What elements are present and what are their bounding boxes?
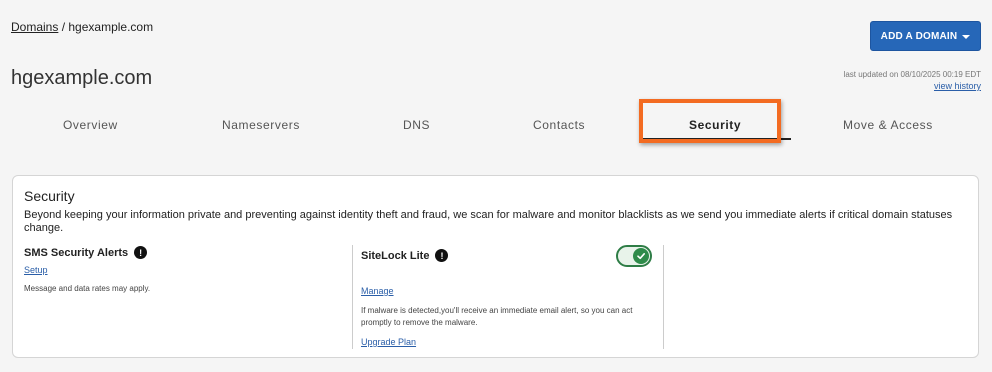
sms-alerts-title-row: SMS Security Alerts !: [24, 246, 148, 259]
security-description: Beyond keeping your information private …: [24, 209, 953, 234]
sitelock-toggle[interactable]: [616, 245, 652, 267]
security-tab-highlight: [639, 99, 781, 143]
sitelock-title-row: SiteLock Lite !: [361, 249, 449, 262]
page-title: hgexample.com: [11, 67, 153, 89]
breadcrumb-current: hgexample.com: [68, 20, 154, 34]
breadcrumb-separator: /: [58, 20, 69, 34]
domain-tabs: Overview Nameservers DNS Contacts Securi…: [0, 108, 992, 140]
add-domain-label: ADD A DOMAIN: [880, 30, 958, 42]
add-domain-button[interactable]: ADD A DOMAIN: [870, 21, 981, 51]
tab-nameservers[interactable]: Nameservers: [222, 118, 300, 132]
sitelock-malware-note: If malware is detected,you'll receive an…: [361, 306, 633, 327]
breadcrumb-domains-link[interactable]: Domains: [11, 20, 58, 34]
upgrade-plan-link[interactable]: Upgrade Plan: [361, 337, 416, 347]
tab-contacts[interactable]: Contacts: [533, 118, 585, 132]
sms-setup-link[interactable]: Setup: [24, 265, 48, 275]
tab-overview[interactable]: Overview: [63, 118, 118, 132]
checkmark-icon: [633, 248, 649, 264]
breadcrumb: Domains / hgexample.com: [11, 20, 153, 34]
view-history-link[interactable]: view history: [844, 81, 981, 92]
tab-move-access[interactable]: Move & Access: [843, 118, 933, 132]
info-icon[interactable]: !: [134, 246, 148, 259]
caret-down-icon: [962, 34, 971, 39]
info-icon[interactable]: !: [435, 249, 449, 262]
security-card: Security Beyond keeping your information…: [12, 175, 979, 358]
tab-dns[interactable]: DNS: [403, 118, 430, 132]
sitelock-manage-link[interactable]: Manage: [361, 286, 394, 296]
last-updated-block: last updated on 08/10/2025 00:19 EDT vie…: [844, 69, 981, 92]
sms-alerts-title: SMS Security Alerts: [24, 246, 129, 259]
security-title: Security: [24, 188, 75, 204]
sms-rates-note: Message and data rates may apply.: [24, 284, 151, 293]
column-divider: [352, 245, 353, 349]
sitelock-title: SiteLock Lite: [361, 249, 430, 262]
last-updated-text: last updated on 08/10/2025 00:19 EDT: [843, 70, 981, 79]
column-divider: [663, 245, 664, 349]
